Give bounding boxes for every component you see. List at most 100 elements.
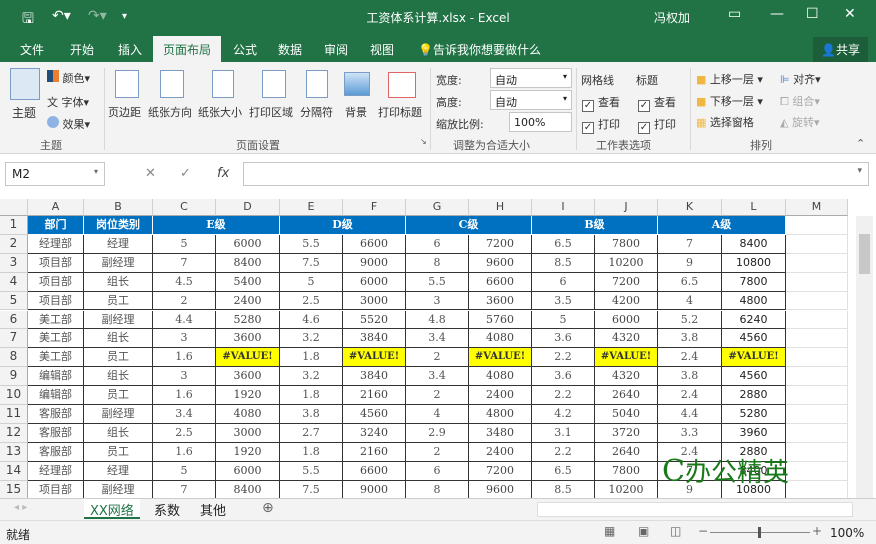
table-cell[interactable]: 2	[406, 348, 469, 368]
table-cell[interactable]: 项目部	[28, 480, 84, 500]
cancel-icon[interactable]: ✕	[145, 166, 156, 181]
table-cell[interactable]: 3480	[469, 423, 532, 443]
zoom-in-icon[interactable]: +	[812, 524, 822, 538]
height-dropdown[interactable]: 自动 ▾	[490, 90, 572, 110]
table-cell[interactable]: 客服部	[28, 442, 84, 462]
table-cell[interactable]: 员工	[84, 348, 153, 368]
table-cell[interactable]: 3600	[216, 329, 280, 349]
headings-view-checkbox[interactable]: ✓ 查看	[638, 94, 676, 112]
table-cell[interactable]: 4800	[469, 405, 532, 424]
table-cell[interactable]: 1.8	[280, 442, 343, 462]
page-break-view-icon[interactable]: ◫	[670, 524, 681, 538]
table-cell[interactable]: 7	[658, 234, 722, 254]
table-cell[interactable]: 3000	[216, 423, 280, 443]
table-cell[interactable]: 6000	[216, 234, 280, 254]
table-cell[interactable]: 副经理	[84, 480, 153, 500]
table-cell[interactable]: 2.5	[280, 291, 343, 311]
tell-me[interactable]: 💡告诉我你想要做什么	[418, 41, 541, 58]
table-cell[interactable]: 员工	[84, 291, 153, 311]
table-cell[interactable]: 组长	[84, 272, 153, 292]
minimize-icon[interactable]: —	[770, 6, 784, 22]
table-cell[interactable]: #VALUE!	[216, 348, 280, 368]
row-header[interactable]: 3	[0, 253, 28, 273]
insert-function-icon[interactable]: fx	[217, 166, 229, 181]
table-cell[interactable]: 4080	[469, 367, 532, 387]
table-cell[interactable]: 6600	[343, 234, 406, 254]
table-cell[interactable]: 编辑部	[28, 367, 84, 387]
row-header[interactable]: 14	[0, 461, 28, 481]
table-cell[interactable]: 经理	[84, 461, 153, 481]
table-cell[interactable]: 2.2	[532, 348, 595, 368]
selection-pane-button[interactable]: ▦ 选择窗格	[696, 114, 754, 130]
column-header-J[interactable]: J	[595, 199, 658, 216]
table-cell[interactable]: 组长	[84, 329, 153, 349]
select-all-corner[interactable]	[0, 199, 28, 216]
horizontal-scrollbar[interactable]	[537, 502, 853, 517]
table-cell[interactable]: 3000	[343, 291, 406, 311]
table-cell[interactable]: 7800	[722, 272, 786, 292]
close-icon[interactable]: ✕	[844, 6, 856, 22]
table-cell[interactable]: 项目部	[28, 291, 84, 311]
tab-home[interactable]: 开始	[70, 41, 94, 58]
table-cell[interactable]: 员工	[84, 442, 153, 462]
cell[interactable]	[786, 423, 848, 443]
table-cell[interactable]: 3.6	[532, 329, 595, 349]
enter-icon[interactable]: ✓	[180, 166, 191, 181]
table-cell[interactable]: 8	[406, 480, 469, 500]
table-cell[interactable]: 2640	[595, 386, 658, 405]
table-cell[interactable]: 经理部	[28, 461, 84, 481]
table-cell[interactable]: 4560	[722, 367, 786, 387]
table-cell[interactable]: 2.5	[153, 423, 216, 443]
table-cell[interactable]: 4.2	[532, 405, 595, 424]
rotate-button[interactable]: ◭ 旋转▾	[780, 114, 820, 130]
tab-page-layout[interactable]: 页面布局	[153, 36, 222, 62]
table-cell[interactable]: 5.5	[280, 461, 343, 481]
table-cell[interactable]: 9	[658, 253, 722, 273]
scale-spinner[interactable]: 100%	[509, 112, 572, 132]
table-cell[interactable]: 6.5	[532, 234, 595, 254]
table-cell[interactable]: 2160	[343, 386, 406, 405]
table-cell[interactable]: 5760	[469, 310, 532, 330]
cell[interactable]	[786, 253, 848, 273]
table-cell[interactable]: 3.8	[658, 367, 722, 387]
name-box[interactable]: M2 ▾	[5, 162, 105, 186]
user-name[interactable]: 冯权加	[654, 9, 690, 26]
table-cell[interactable]: 4080	[216, 405, 280, 424]
table-cell[interactable]: 5280	[216, 310, 280, 330]
headings-print-checkbox[interactable]: ✓ 打印	[638, 116, 676, 134]
table-cell[interactable]: 3.5	[532, 291, 595, 311]
table-cell[interactable]: 4080	[469, 329, 532, 349]
table-cell[interactable]: 7800	[595, 461, 658, 481]
column-header-A[interactable]: A	[28, 199, 84, 216]
table-cell[interactable]: 2.2	[532, 442, 595, 462]
table-cell[interactable]: 8	[406, 253, 469, 273]
tab-view[interactable]: 视图	[370, 41, 394, 58]
table-cell[interactable]: 3960	[722, 423, 786, 443]
send-backward-button[interactable]: ■ 下移一层 ▾	[696, 93, 763, 109]
table-cell[interactable]: 4.4	[153, 310, 216, 330]
table-cell[interactable]: 10200	[595, 253, 658, 273]
table-cell[interactable]: 9000	[343, 480, 406, 500]
table-cell[interactable]: 8.5	[532, 253, 595, 273]
row-header[interactable]: 10	[0, 386, 28, 405]
table-cell[interactable]: 4200	[595, 291, 658, 311]
table-cell[interactable]: 2	[406, 386, 469, 405]
table-cell[interactable]: 美工部	[28, 310, 84, 330]
size-button[interactable]: 纸张大小	[198, 104, 242, 120]
header-grade[interactable]: E级	[153, 216, 280, 235]
table-cell[interactable]: 3240	[343, 423, 406, 443]
row-header[interactable]: 9	[0, 367, 28, 387]
table-cell[interactable]: 4560	[343, 405, 406, 424]
dialog-launcher-icon[interactable]: ↘	[420, 137, 427, 146]
group-objects-button[interactable]: ⧠ 组合▾	[780, 93, 820, 109]
table-cell[interactable]: 3840	[343, 367, 406, 387]
table-cell[interactable]: 10200	[595, 480, 658, 500]
table-cell[interactable]: 副经理	[84, 253, 153, 273]
table-cell[interactable]: 客服部	[28, 405, 84, 424]
column-header-D[interactable]: D	[216, 199, 280, 216]
row-header[interactable]: 12	[0, 423, 28, 443]
column-header-L[interactable]: L	[722, 199, 786, 216]
column-header-F[interactable]: F	[343, 199, 406, 216]
scroll-thumb[interactable]	[859, 234, 870, 274]
cell[interactable]	[786, 348, 848, 368]
